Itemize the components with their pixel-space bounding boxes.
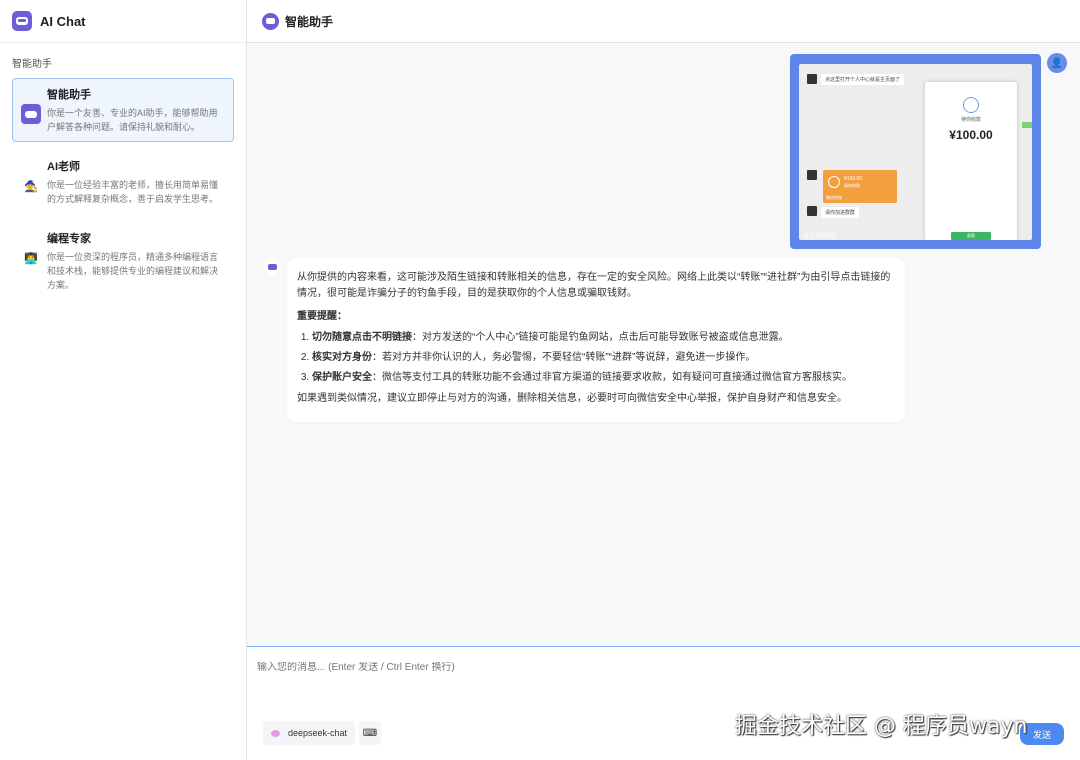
list-item: 保护账户安全：微信等支付工具的转账功能不会通过非官方渠道的链接要求收款，如有疑问… xyxy=(312,370,896,386)
assistant-desc: 你是一位经验丰富的老师，擅长用简单易懂的方式解释复杂概念，善于启发学生思考。 xyxy=(47,180,219,204)
chat-bubble: 请你加进群群 xyxy=(821,207,860,218)
bot-avatar xyxy=(264,259,280,275)
answer-intro: 从你提供的内容来看，这可能涉及陌生链接和转账相关的信息，存在一定的安全风险。网络… xyxy=(297,272,891,299)
user-avatar: 👤 xyxy=(1047,53,1067,73)
assistant-desc: 你是一个友善、专业的AI助手，能够帮助用户解答各种问题。请保持礼貌和耐心。 xyxy=(47,108,218,132)
sidebar-item-smart-assistant[interactable]: 智能助手 你是一个友善、专业的AI助手，能够帮助用户解答各种问题。请保持礼貌和耐… xyxy=(12,78,234,142)
sidebar-item-ai-teacher[interactable]: 🧙 AI老师 你是一位经验丰富的老师，擅长用简单易懂的方式解释复杂概念，善于启发… xyxy=(12,150,234,214)
app-title: AI Chat xyxy=(40,13,86,29)
avatar xyxy=(807,170,817,180)
list-item: 核实对方身份：若对方并非你认识的人，务必警惕，不要轻信“转账”“进群”等说辞，避… xyxy=(312,350,896,366)
point-title: 切勿随意点击不明链接 xyxy=(312,332,412,343)
avatar xyxy=(807,74,817,84)
assistant-name: 编程专家 xyxy=(47,233,91,245)
robot-icon xyxy=(21,104,41,124)
keyboard-shortcut-button[interactable]: ⌨ xyxy=(359,721,381,745)
sidebar-header: AI Chat xyxy=(0,0,246,43)
assistant-name: AI老师 xyxy=(47,161,80,173)
sidebar-item-programming-expert[interactable]: 👨‍💻 编程专家 你是一位资深的程序员，精通多种编程语言和技术栈，能够提供专业的… xyxy=(12,222,234,300)
model-selector[interactable]: deepseek-chat xyxy=(263,721,356,745)
assistant-name: 智能助手 xyxy=(47,89,91,101)
transfer-icon xyxy=(828,176,840,188)
robot-icon xyxy=(267,264,277,270)
point-text: ：对方发送的“个人中心”链接可能是钓鱼网站，点击后可能导致账号被盗或信息泄露。 xyxy=(412,332,789,343)
model-label: deepseek-chat xyxy=(288,728,348,738)
composer: deepseek-chat ⌨ 发送 xyxy=(247,646,1080,760)
app-root: AI Chat 智能助手 智能助手 你是一个友善、专业的AI助手，能够帮助用户解… xyxy=(0,0,1080,760)
user-image-attachment[interactable]: 点这里打开个人中心就是主页面了 待你收款 ¥100.00 收款 ¥100.00 … xyxy=(790,54,1041,249)
assistant-message: 从你提供的内容来看，这可能涉及陌生链接和转账相关的信息，存在一定的安全风险。网络… xyxy=(287,258,905,422)
app-logo-icon xyxy=(12,11,32,31)
teacher-icon: 🧙 xyxy=(24,180,38,193)
chat-header: 智能助手 xyxy=(247,0,1080,43)
transfer-sub: 请你收款 xyxy=(844,183,860,188)
payment-card: 待你收款 ¥100.00 收款 xyxy=(925,82,1017,240)
chat-title: 智能助手 xyxy=(285,14,334,29)
point-title: 核实对方身份 xyxy=(312,352,372,363)
robot-icon xyxy=(262,12,279,30)
model-icon xyxy=(271,729,280,737)
answer-heading: 重要提醒： xyxy=(297,311,347,322)
chat-bubble: 点这里打开个人中心就是主页面了 xyxy=(821,74,905,85)
bubble-edge xyxy=(1022,122,1032,128)
transfer-bubble: ¥100.00 请你收款 微信转账 xyxy=(823,170,897,203)
assistant-desc: 你是一位资深的程序员，精通多种编程语言和技术栈，能够提供专业的编程建议和解决方案… xyxy=(47,252,219,290)
point-title: 保护账户安全 xyxy=(312,372,372,383)
answer-outro: 如果遇到类似情况，建议立即停止与对方的沟通，删除相关信息，必要时可向微信安全中心… xyxy=(297,393,847,404)
point-text: ：若对方并非你认识的人，务必警惕，不要轻信“转账”“进群”等说辞，避免进一步操作… xyxy=(372,352,756,363)
attachment-screenshot: 点这里打开个人中心就是主页面了 待你收款 ¥100.00 收款 ¥100.00 … xyxy=(799,64,1032,240)
keyboard-icon: ⌨ xyxy=(362,727,378,739)
watermark: 掘金技术社区 @ 程序员wayn xyxy=(735,714,1028,739)
payment-label: 待你收款 xyxy=(960,117,981,123)
message-input[interactable] xyxy=(257,662,1037,673)
answer-list: 切勿随意点击不明链接：对方发送的“个人中心”链接可能是钓鱼网站，点击后可能导致账… xyxy=(297,330,896,386)
chat-messages[interactable]: 👤 点这里打开个人中心就是主页面了 待你收款 ¥100.00 收款 ¥100.0… xyxy=(247,43,1080,646)
programmer-icon: 👨‍💻 xyxy=(24,252,38,265)
list-item: 切勿随意点击不明链接：对方发送的“个人中心”链接可能是钓鱼网站，点击后可能导致账… xyxy=(312,330,896,346)
transfer-foot: 微信转账 xyxy=(826,195,842,200)
attachment-caption: 对方的消息 xyxy=(802,233,837,240)
payment-amount: ¥100.00 xyxy=(949,128,993,142)
sidebar-section-label: 智能助手 xyxy=(12,59,52,70)
clock-icon xyxy=(963,97,979,113)
transfer-amount: ¥100.00 xyxy=(844,176,863,182)
sidebar: AI Chat 智能助手 智能助手 你是一个友善、专业的AI助手，能够帮助用户解… xyxy=(0,0,247,760)
avatar xyxy=(807,206,817,216)
collect-button: 收款 xyxy=(951,232,991,240)
point-text: ：微信等支付工具的转账功能不会通过非官方渠道的链接要求收款，如有疑问可直接通过微… xyxy=(372,372,852,383)
main-panel: 智能助手 👤 点这里打开个人中心就是主页面了 待你收款 ¥100.00 收款 ¥… xyxy=(247,0,1080,760)
